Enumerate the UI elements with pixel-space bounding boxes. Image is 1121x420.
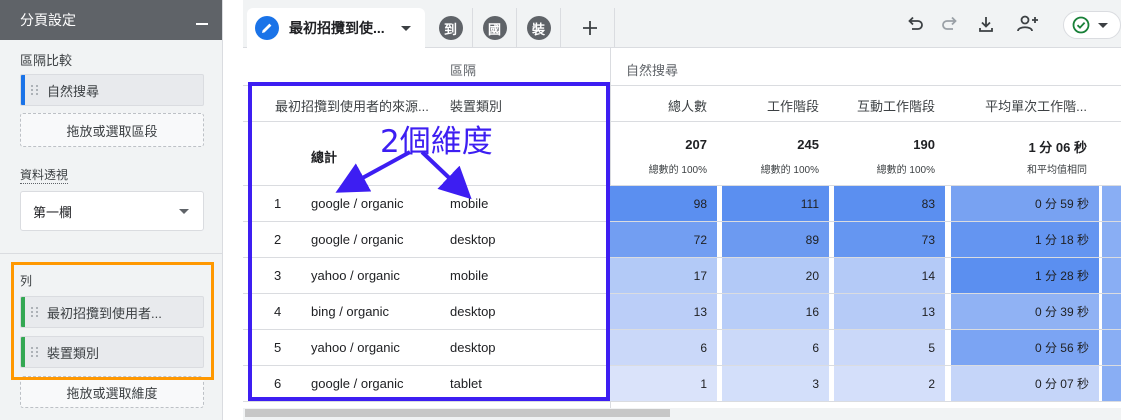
arrow-to-device xyxy=(420,150,472,200)
annotation-arrows xyxy=(335,150,472,200)
arrow-to-source xyxy=(335,150,411,193)
